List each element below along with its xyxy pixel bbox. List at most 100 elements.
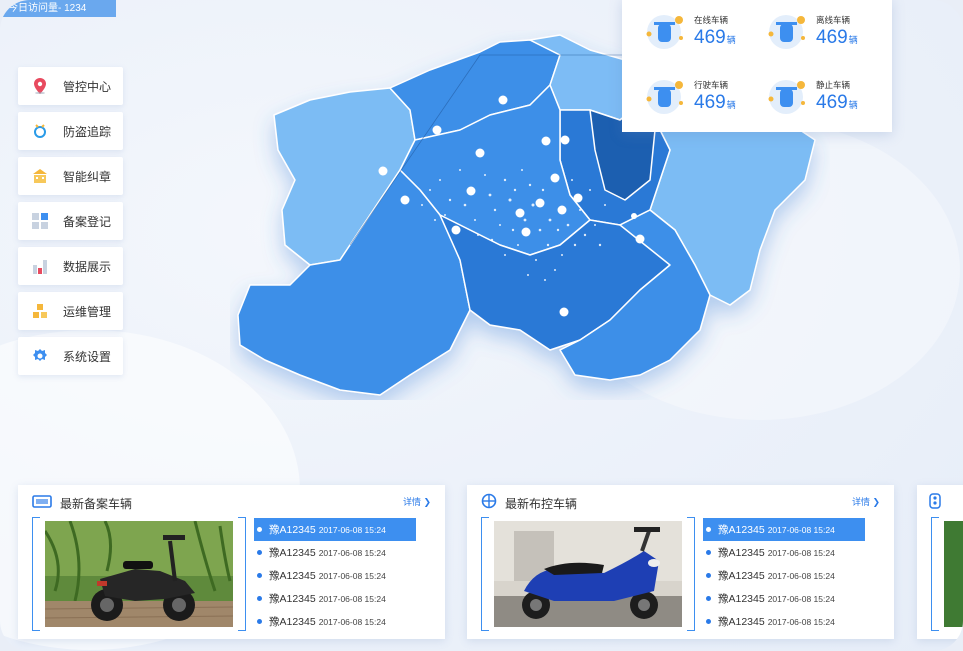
stat-value-wrap: 469辆 xyxy=(816,92,858,114)
list-item[interactable]: 豫A12345 2017-06-08 15:24 xyxy=(254,564,416,587)
bullet xyxy=(257,527,262,532)
stat-label: 行驶车辆 xyxy=(694,80,729,90)
list-item[interactable]: 豫A12345 2017-06-08 15:24 xyxy=(254,587,416,610)
sidebar-item-registration[interactable]: 备案登记 xyxy=(18,202,123,240)
list-item[interactable]: 豫A12345 2017-06-08 15:24 xyxy=(703,564,865,587)
list-item[interactable]: 豫A12345 2017-06-08 15:24 xyxy=(254,541,416,564)
card-header xyxy=(929,492,941,514)
stat-online: 在线车辆 469辆 xyxy=(646,6,766,56)
tracker-icon xyxy=(32,123,48,139)
bracket-left xyxy=(931,517,939,631)
plate-number: 豫A12345 xyxy=(269,524,316,536)
timestamp: 2017-06-08 15:24 xyxy=(318,616,386,627)
building-icon xyxy=(32,168,48,184)
timestamp: 2017-06-08 15:24 xyxy=(767,524,835,535)
sidebar-item-data-display[interactable]: 数据展示 xyxy=(18,247,123,285)
stat-unit: 辆 xyxy=(848,100,858,110)
sidebar-item-anti-theft[interactable]: 防盗追踪 xyxy=(18,112,123,150)
timestamp: 2017-06-08 15:24 xyxy=(767,570,835,581)
card-header: 最新布控车辆 xyxy=(481,493,577,513)
bracket-right xyxy=(687,517,695,631)
stat-stationary: 静止车辆 469辆 xyxy=(768,71,888,121)
gear-icon xyxy=(32,348,48,364)
stat-value: 469 xyxy=(694,92,726,113)
stat-label: 静止车辆 xyxy=(816,80,851,90)
bullet xyxy=(706,573,711,578)
bracket-left xyxy=(481,517,489,631)
bullet xyxy=(257,550,262,555)
sidebar-item-label: 运维管理 xyxy=(63,304,112,319)
visit-count-badge: 今日访问量- 1234 xyxy=(0,0,116,17)
plate-number: 豫A12345 xyxy=(269,547,316,559)
dashboard-screen: 今日访问量- 1234 管控中心 防盗追踪 智能纠章 备案登记 数据展示 运维管… xyxy=(0,0,963,651)
stat-unit: 辆 xyxy=(726,35,736,45)
list-item[interactable]: 豫A12345 2017-06-08 15:24 xyxy=(254,518,416,541)
details-link[interactable]: 详情 ❯ xyxy=(852,495,880,508)
bullet xyxy=(257,619,262,624)
timestamp: 2017-06-08 15:24 xyxy=(318,570,386,581)
stat-value-wrap: 469辆 xyxy=(816,27,858,49)
list-item[interactable]: 豫A12345 2017-06-08 15:24 xyxy=(703,518,865,541)
card-title: 最新布控车辆 xyxy=(505,496,578,511)
bullet xyxy=(706,619,711,624)
bracket-left xyxy=(32,517,40,631)
bar-chart-icon xyxy=(32,258,48,274)
sidebar-item-label: 防盗追踪 xyxy=(63,124,112,139)
stat-value-wrap: 469辆 xyxy=(694,92,736,114)
stat-value: 469 xyxy=(816,27,848,48)
stat-moving: 行驶车辆 469辆 xyxy=(646,71,766,121)
plate-number: 豫A12345 xyxy=(269,616,316,628)
timestamp: 2017-06-08 15:24 xyxy=(318,593,386,604)
stat-value: 469 xyxy=(816,92,848,113)
grid-icon xyxy=(32,213,48,229)
vehicle-list: 豫A12345 2017-06-08 15:24 豫A12345 2017-06-0… xyxy=(703,518,865,633)
scooter-icon xyxy=(768,15,805,49)
plate-number: 豫A12345 xyxy=(718,547,765,559)
recent-registered-card: 最新备案车辆 详情 ❯ 豫A12345 2017-06-08 15:24 豫A1… xyxy=(18,485,445,639)
bullet xyxy=(706,527,711,532)
list-item[interactable]: 豫A12345 2017-06-08 15:24 xyxy=(703,541,865,564)
blocks-icon xyxy=(32,303,48,319)
stat-unit: 辆 xyxy=(848,35,858,45)
plate-number: 豫A12345 xyxy=(269,593,316,605)
stat-label: 离线车辆 xyxy=(816,15,851,25)
sidebar-item-label: 智能纠章 xyxy=(63,169,112,184)
sidebar-item-control-center[interactable]: 管控中心 xyxy=(18,67,123,105)
list-item[interactable]: 豫A12345 2017-06-08 15:24 xyxy=(254,610,416,633)
sidebar-item-label: 管控中心 xyxy=(63,79,112,94)
sidebar: 管控中心 防盗追踪 智能纠章 备案登记 数据展示 运维管理 系统设置 xyxy=(18,67,123,382)
bullet xyxy=(257,596,262,601)
stat-offline: 离线车辆 469辆 xyxy=(768,6,888,56)
vehicle-photo xyxy=(494,521,682,627)
sidebar-item-label: 备案登记 xyxy=(63,214,112,229)
card-header: 最新备案车辆 xyxy=(32,493,132,513)
bracket-right xyxy=(238,517,246,631)
stat-unit: 辆 xyxy=(726,100,736,110)
details-link[interactable]: 详情 ❯ xyxy=(403,495,431,508)
crosshair-icon xyxy=(481,493,497,514)
plate-number: 豫A12345 xyxy=(718,593,765,605)
scooter-icon xyxy=(646,15,683,49)
traffic-light-icon xyxy=(929,492,941,514)
bullet xyxy=(706,596,711,601)
vehicle-stats-panel: 在线车辆 469辆 离线车辆 469辆 行驶车辆 469辆 静止车辆 469辆 xyxy=(622,0,892,132)
bullet xyxy=(706,550,711,555)
vehicle-photo xyxy=(45,521,233,627)
sidebar-item-smart-correction[interactable]: 智能纠章 xyxy=(18,157,123,195)
timestamp: 2017-06-08 15:24 xyxy=(767,593,835,604)
sidebar-item-label: 数据展示 xyxy=(63,259,112,274)
sidebar-item-label: 系统设置 xyxy=(63,349,112,364)
sidebar-item-settings[interactable]: 系统设置 xyxy=(18,337,123,375)
bullet xyxy=(257,573,262,578)
scooter-icon xyxy=(768,80,805,114)
plate-number: 豫A12345 xyxy=(718,616,765,628)
scooter-icon xyxy=(646,80,683,114)
vehicle-photo xyxy=(944,521,963,627)
id-card-icon xyxy=(32,494,52,513)
timestamp: 2017-06-08 15:24 xyxy=(318,524,386,535)
sidebar-item-maintenance[interactable]: 运维管理 xyxy=(18,292,123,330)
list-item[interactable]: 豫A12345 2017-06-08 15:24 xyxy=(703,587,865,610)
third-card-partial xyxy=(917,485,963,639)
list-item[interactable]: 豫A12345 2017-06-08 15:24 xyxy=(703,610,865,633)
recent-monitored-card: 最新布控车辆 详情 ❯ 豫A12345 2017-06-08 15:24 豫A12… xyxy=(467,485,894,639)
